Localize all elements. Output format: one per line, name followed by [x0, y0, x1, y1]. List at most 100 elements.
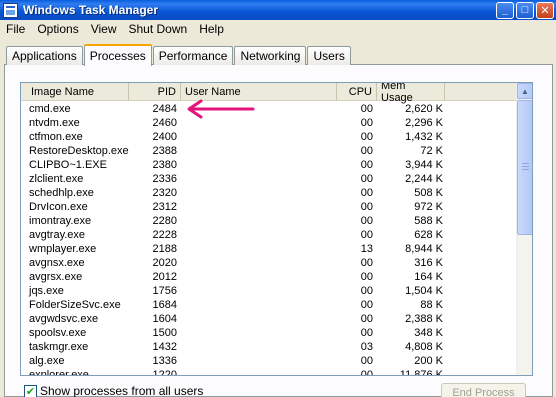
process-mem: 2,620 K: [405, 103, 443, 115]
column-header-filler: [445, 83, 517, 101]
table-row[interactable]: avgtray.exe 2228 00 628 K: [21, 228, 517, 242]
process-cpu: 00: [360, 145, 373, 157]
process-cpu: 00: [360, 201, 373, 213]
table-row[interactable]: avgrsx.exe 2012 00 164 K: [21, 270, 517, 284]
table-row[interactable]: RestoreDesktop.exe 2388 00 72 K: [21, 144, 517, 158]
menu-file[interactable]: File: [0, 22, 31, 36]
tab-applications[interactable]: Applications: [6, 46, 83, 65]
process-pid: 2380: [152, 159, 177, 171]
process-pid: 1756: [152, 285, 177, 297]
process-mem: 8,944 K: [405, 243, 443, 255]
process-cpu: 00: [360, 229, 373, 241]
process-name: zlclient.exe: [29, 173, 84, 185]
process-pid: 2228: [152, 229, 177, 241]
process-pid: 1684: [152, 299, 177, 311]
process-name: imontray.exe: [29, 215, 92, 227]
process-name: alg.exe: [29, 355, 65, 367]
process-mem: 4,808 K: [405, 341, 443, 353]
tab-networking[interactable]: Networking: [234, 46, 307, 65]
process-cpu: 00: [360, 355, 373, 367]
process-cpu: 00: [360, 159, 373, 171]
list-header: Image Name PID User Name CPU Mem Usage: [21, 83, 517, 104]
vertical-scrollbar[interactable]: ▲: [516, 83, 532, 375]
maximize-button[interactable]: □: [516, 1, 534, 19]
process-rows: cmd.exe 2484 00 2,620 K ntvdm.exe 2460 00 2,296…: [21, 102, 517, 376]
process-mem: 628 K: [414, 229, 443, 241]
process-cpu: 00: [360, 257, 373, 269]
process-name: RestoreDesktop.exe: [29, 145, 129, 157]
table-row[interactable]: FolderSizeSvc.exe 1684 00 88 K: [21, 298, 517, 312]
table-row[interactable]: ctfmon.exe 2400 00 1,432 K: [21, 130, 517, 144]
process-pid: 2312: [152, 201, 177, 213]
process-name: avgnsx.exe: [29, 257, 85, 269]
process-cpu: 00: [360, 215, 373, 227]
menu-options[interactable]: Options: [31, 22, 84, 36]
menu-bar: File Options View Shut Down Help: [0, 20, 556, 38]
process-cpu: 00: [360, 103, 373, 115]
table-row[interactable]: alg.exe 1336 00 200 K: [21, 354, 517, 368]
show-all-checkbox[interactable]: ✔: [24, 384, 37, 397]
menu-view[interactable]: View: [85, 22, 123, 36]
process-cpu: 13: [360, 243, 373, 255]
process-cpu: 00: [360, 369, 373, 376]
process-pid: 2484: [152, 103, 177, 115]
process-pid: 2012: [152, 271, 177, 283]
table-row[interactable]: avgnsx.exe 2020 00 316 K: [21, 256, 517, 270]
table-row[interactable]: taskmgr.exe 1432 03 4,808 K: [21, 340, 517, 354]
process-mem: 972 K: [414, 201, 443, 213]
annotation-arrow-icon: [187, 99, 255, 119]
table-row[interactable]: cmd.exe 2484 00 2,620 K: [21, 102, 517, 116]
process-cpu: 00: [360, 173, 373, 185]
process-cpu: 00: [360, 187, 373, 199]
table-row[interactable]: jqs.exe 1756 00 1,504 K: [21, 284, 517, 298]
process-cpu: 00: [360, 313, 373, 325]
table-row[interactable]: explorer.exe 1220 00 11,876 K: [21, 368, 517, 376]
process-pid: 2280: [152, 215, 177, 227]
tab-processes[interactable]: Processes: [83, 44, 152, 66]
process-mem: 11,876 K: [399, 369, 443, 376]
process-name: wmplayer.exe: [29, 243, 97, 255]
end-process-button[interactable]: End Process: [441, 383, 526, 397]
process-name: CLIPBO~1.EXE: [29, 159, 107, 171]
menu-shut-down[interactable]: Shut Down: [123, 22, 194, 36]
menu-help[interactable]: Help: [193, 22, 230, 36]
minimize-button[interactable]: _: [496, 1, 514, 19]
process-name: ntvdm.exe: [29, 117, 80, 129]
process-name: spoolsv.exe: [29, 327, 87, 339]
table-row[interactable]: imontray.exe 2280 00 588 K: [21, 214, 517, 228]
process-list[interactable]: Image Name PID User Name CPU Mem Usage c…: [20, 82, 533, 376]
table-row[interactable]: avgwdsvc.exe 1604 00 2,388 K: [21, 312, 517, 326]
process-cpu: 00: [360, 299, 373, 311]
column-header-image-name[interactable]: Image Name: [21, 83, 129, 101]
table-row[interactable]: zlclient.exe 2336 00 2,244 K: [21, 172, 517, 186]
table-row[interactable]: schedhlp.exe 2320 00 508 K: [21, 186, 517, 200]
process-mem: 72 K: [420, 145, 443, 157]
table-row[interactable]: ntvdm.exe 2460 00 2,296 K: [21, 116, 517, 130]
process-pid: 1604: [152, 313, 177, 325]
process-name: ctfmon.exe: [29, 131, 83, 143]
column-header-cpu[interactable]: CPU: [337, 83, 377, 101]
thumb-grip: [522, 166, 529, 167]
process-mem: 3,944 K: [405, 159, 443, 171]
process-pid: 2188: [152, 243, 177, 255]
tab-users[interactable]: Users: [307, 46, 351, 65]
process-pid: 2460: [152, 117, 177, 129]
scroll-thumb[interactable]: [517, 100, 532, 235]
process-cpu: 00: [360, 271, 373, 283]
title-bar: Windows Task Manager _ □ ✕: [0, 0, 556, 20]
show-all-processes[interactable]: ✔ Show processes from all users: [24, 384, 203, 397]
tab-performance[interactable]: Performance: [152, 46, 234, 65]
process-pid: 1432: [152, 341, 177, 353]
close-button[interactable]: ✕: [536, 1, 554, 19]
table-row[interactable]: spoolsv.exe 1500 00 348 K: [21, 326, 517, 340]
process-mem: 2,388 K: [405, 313, 443, 325]
table-row[interactable]: wmplayer.exe 2188 13 8,944 K: [21, 242, 517, 256]
process-mem: 1,504 K: [405, 285, 443, 297]
process-pid: 1336: [152, 355, 177, 367]
column-header-mem-usage[interactable]: Mem Usage: [377, 83, 445, 104]
table-row[interactable]: DrvIcon.exe 2312 00 972 K: [21, 200, 517, 214]
column-header-pid[interactable]: PID: [129, 83, 181, 101]
task-manager-icon: [3, 2, 18, 18]
scroll-up-button[interactable]: ▲: [517, 83, 532, 99]
table-row[interactable]: CLIPBO~1.EXE 2380 00 3,944 K: [21, 158, 517, 172]
